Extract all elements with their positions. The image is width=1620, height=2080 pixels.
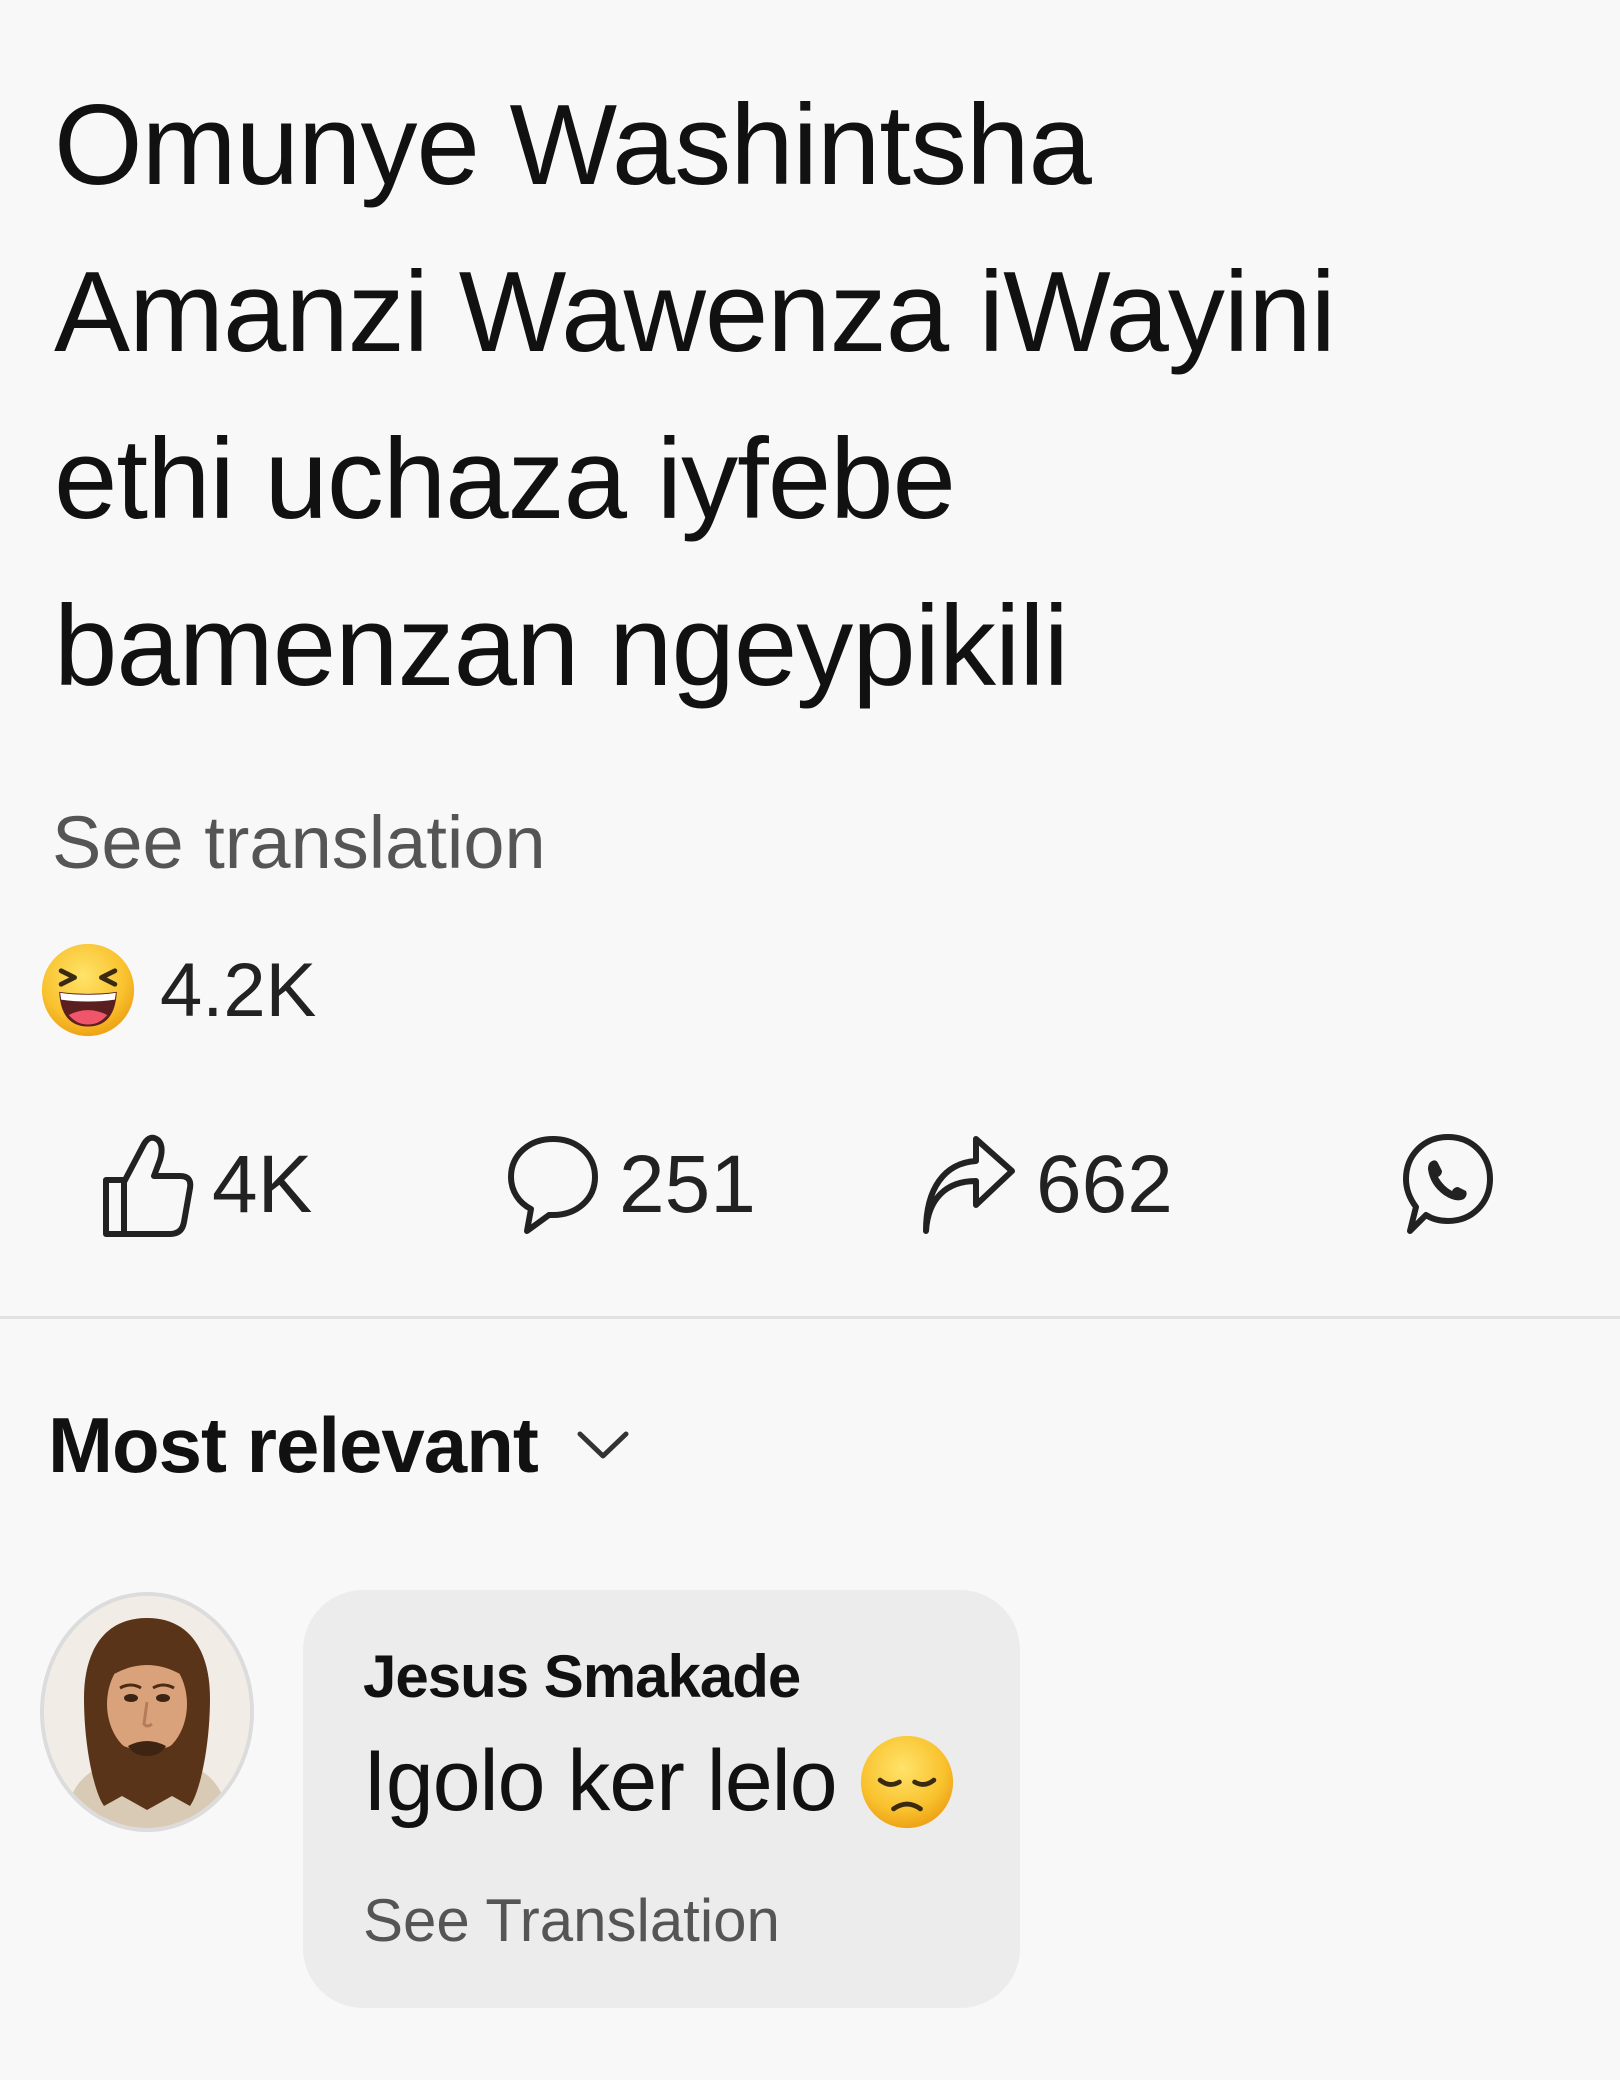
profile-portrait: [44, 1596, 250, 1828]
comment-see-translation-link[interactable]: See Translation: [363, 1886, 780, 1955]
laughing-face-icon: [41, 943, 135, 1037]
comment-sort-dropdown[interactable]: Most relevant: [48, 1395, 630, 1495]
post-action-bar: 4K 251 662: [0, 1125, 1620, 1245]
thumbs-up-icon: [103, 1134, 194, 1237]
avatar[interactable]: [40, 1592, 254, 1832]
post-text-line: ethi uchaza iyfebe: [54, 416, 956, 543]
share-button[interactable]: 662: [920, 1125, 1173, 1245]
whatsapp-icon: [1403, 1134, 1493, 1234]
whatsapp-share-button[interactable]: [1398, 1125, 1496, 1245]
post-text-line: Omunye Washintsha: [54, 82, 1092, 209]
comment-text-content: Igolo ker lelo: [363, 1733, 838, 1829]
comment-count: 251: [619, 1139, 756, 1230]
post-text-line: Amanzi Wawenza iWayini: [54, 249, 1336, 376]
comment-bubble-icon: [508, 1136, 598, 1234]
post-text: Omunye Washintsha Amanzi Wawenza iWayini…: [54, 62, 1554, 730]
chevron-down-icon: [577, 1431, 629, 1459]
share-arrow-icon: [923, 1136, 1015, 1234]
comment-author[interactable]: Jesus Smakade: [363, 1642, 801, 1711]
comment-bubble: Jesus Smakade Igolo ker lelo See Transla…: [303, 1590, 1020, 2008]
sort-label: Most relevant: [48, 1400, 539, 1489]
disappointed-face-icon: [860, 1735, 953, 1828]
post-page: Omunye Washintsha Amanzi Wawenza iWayini…: [0, 0, 1620, 2080]
see-translation-link[interactable]: See translation: [52, 800, 546, 885]
divider: [0, 1316, 1620, 1319]
post-text-line: bamenzan ngeypikili: [54, 583, 1069, 710]
comment-text: Igolo ker lelo: [363, 1732, 955, 1831]
share-count: 662: [1036, 1139, 1173, 1230]
like-button[interactable]: 4K: [100, 1125, 312, 1245]
reaction-count: 4.2K: [160, 947, 317, 1033]
comment-button[interactable]: 251: [505, 1125, 756, 1245]
like-count: 4K: [212, 1139, 313, 1230]
reaction-summary[interactable]: 4.2K: [40, 940, 316, 1040]
